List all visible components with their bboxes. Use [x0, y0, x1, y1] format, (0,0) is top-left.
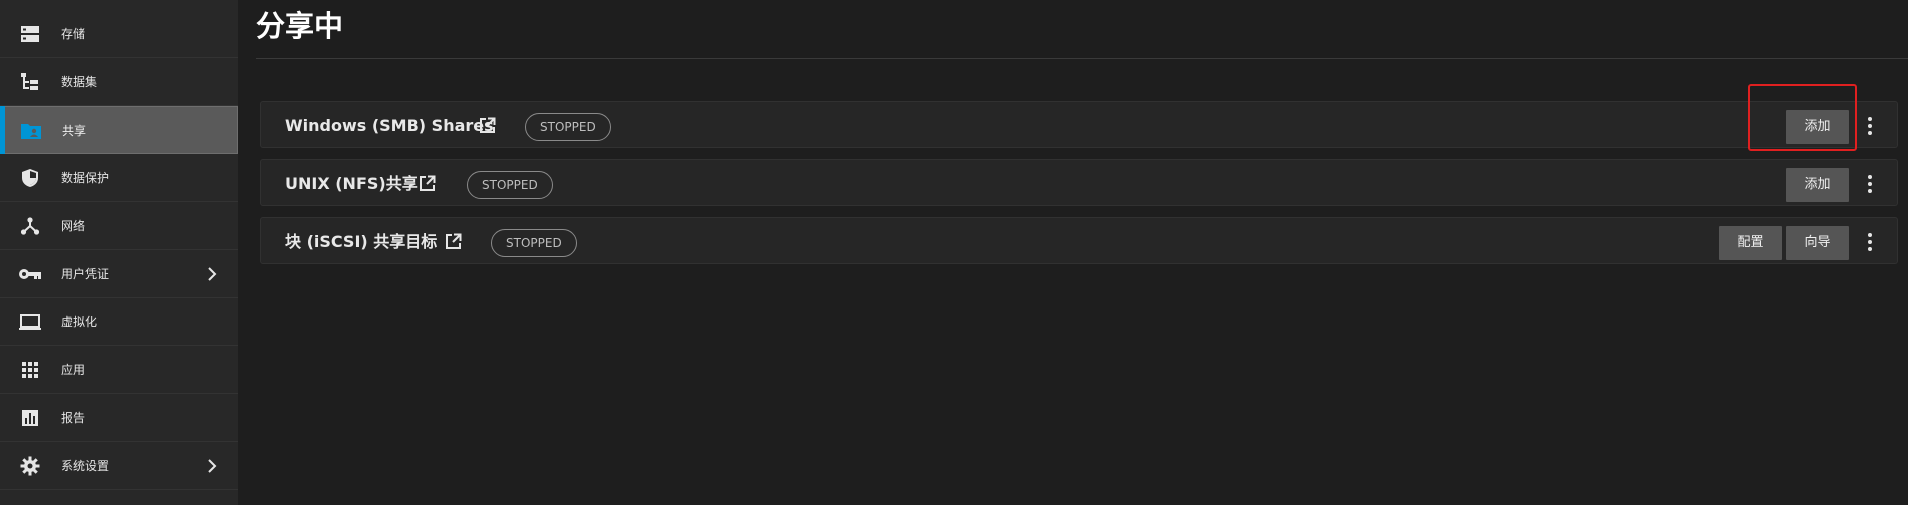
- add-button[interactable]: 添加: [1786, 110, 1849, 144]
- sidebar: 存储 数据集 共享 数据保护 网络 用户凭证 虚拟化 应用 报告 系统设置: [0, 0, 238, 505]
- sidebar-item-label: 数据集: [61, 75, 98, 89]
- card-title[interactable]: Windows (SMB) Shares: [285, 102, 494, 149]
- add-button[interactable]: 添加: [1786, 168, 1849, 202]
- status-badge: STOPPED: [491, 229, 577, 257]
- sidebar-item-label: 报告: [61, 411, 86, 425]
- datasets-tree-icon: [18, 71, 42, 93]
- more-vert-icon[interactable]: [1861, 228, 1879, 256]
- laptop-icon: [18, 311, 42, 333]
- key-icon: [18, 263, 42, 285]
- shield-icon: [18, 167, 42, 189]
- divider: [256, 58, 1908, 59]
- card-title[interactable]: 块 (iSCSI) 共享目标: [285, 218, 437, 265]
- sidebar-item-apps[interactable]: 应用: [0, 346, 238, 394]
- open-in-new-icon[interactable]: [479, 117, 496, 134]
- apps-grid-icon: [18, 359, 42, 381]
- sidebar-item-shares[interactable]: 共享: [0, 106, 238, 154]
- sidebar-item-data-protection[interactable]: 数据保护: [0, 154, 238, 202]
- open-in-new-icon[interactable]: [445, 233, 462, 250]
- wizard-button[interactable]: 向导: [1786, 226, 1849, 260]
- open-in-new-icon[interactable]: [419, 175, 436, 192]
- sidebar-item-credentials[interactable]: 用户凭证: [0, 250, 238, 298]
- network-icon: [18, 215, 42, 237]
- chevron-right-icon: [204, 265, 220, 283]
- sidebar-item-label: 共享: [62, 124, 87, 138]
- more-vert-icon[interactable]: [1861, 112, 1879, 140]
- sidebar-item-label: 网络: [61, 219, 86, 233]
- sidebar-item-label: 应用: [61, 363, 86, 377]
- sidebar-item-virtualization[interactable]: 虚拟化: [0, 298, 238, 346]
- sidebar-item-network[interactable]: 网络: [0, 202, 238, 250]
- status-badge: STOPPED: [467, 171, 553, 199]
- sidebar-item-label: 数据保护: [61, 171, 110, 185]
- sidebar-item-storage[interactable]: 存储: [0, 10, 238, 58]
- storage-icon: [18, 23, 42, 45]
- sidebar-item-label: 系统设置: [61, 459, 110, 473]
- chevron-right-icon: [204, 457, 220, 475]
- gear-icon: [18, 455, 42, 477]
- more-vert-icon[interactable]: [1861, 170, 1879, 198]
- shares-folder-icon: [19, 120, 43, 142]
- sidebar-item-label: 虚拟化: [61, 315, 98, 329]
- iscsi-targets-card: 块 (iSCSI) 共享目标 STOPPED 配置 向导: [260, 217, 1898, 264]
- sidebar-item-label: 存储: [61, 27, 86, 41]
- page-title: 分享中: [256, 9, 344, 43]
- sidebar-item-label: 用户凭证: [61, 267, 110, 281]
- chart-icon: [18, 407, 42, 429]
- smb-shares-card: Windows (SMB) Shares STOPPED 添加: [260, 101, 1898, 148]
- nfs-shares-card: UNIX (NFS)共享 STOPPED 添加: [260, 159, 1898, 206]
- sidebar-item-reports[interactable]: 报告: [0, 394, 238, 442]
- status-badge: STOPPED: [525, 113, 611, 141]
- card-title[interactable]: UNIX (NFS)共享: [285, 160, 418, 207]
- sidebar-item-system-settings[interactable]: 系统设置: [0, 442, 238, 490]
- sidebar-item-datasets[interactable]: 数据集: [0, 58, 238, 106]
- configure-button[interactable]: 配置: [1719, 226, 1782, 260]
